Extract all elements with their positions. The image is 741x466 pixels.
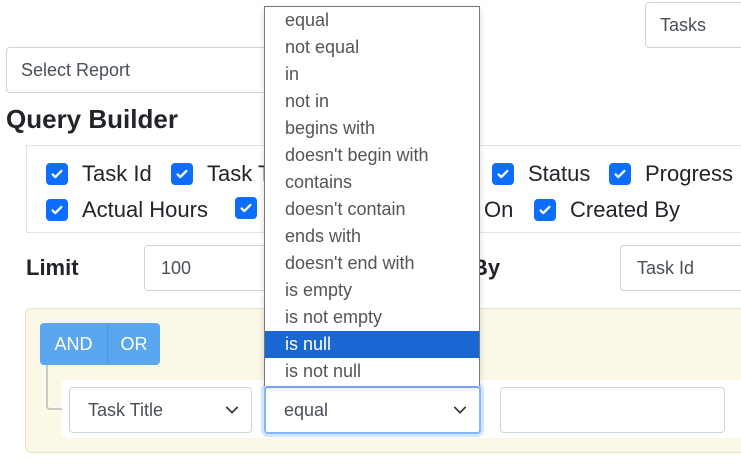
report-select[interactable]: Select Report — [6, 47, 281, 93]
column-label: Task Id — [82, 161, 152, 186]
checkbox-checked-icon — [46, 163, 68, 185]
checkbox-checked-icon — [235, 197, 257, 219]
limit-label: Limit — [26, 255, 79, 280]
operator-option[interactable]: not in — [265, 88, 479, 115]
checkbox-checked-icon — [171, 163, 193, 185]
rule-field-select[interactable]: Task Title — [69, 387, 252, 433]
column-label: On — [484, 197, 514, 222]
column-label: Progress — [645, 161, 734, 186]
checkbox-checked-icon — [492, 163, 514, 185]
column-checkbox-actual-hours[interactable]: Actual Hours — [46, 197, 208, 223]
rule-field-value: Task Title — [88, 399, 164, 420]
column-label: Created By — [570, 197, 681, 222]
table-select-value: Tasks — [660, 14, 707, 35]
operator-option[interactable]: in — [265, 61, 479, 88]
operator-option[interactable]: doesn't end with — [265, 250, 479, 277]
rule-operator-select[interactable]: equal — [264, 386, 481, 434]
limit-input[interactable]: 100 — [144, 245, 274, 291]
checkbox-checked-icon — [534, 199, 556, 221]
checkbox-checked-icon — [46, 199, 68, 221]
operator-option[interactable]: is empty — [265, 277, 479, 304]
operator-option[interactable]: doesn't begin with — [265, 142, 479, 169]
rule-operator-value: equal — [284, 399, 329, 420]
or-button[interactable]: OR — [108, 323, 160, 365]
column-label: Actual Hours — [82, 197, 208, 222]
operator-option[interactable]: contains — [265, 169, 479, 196]
operator-option[interactable]: is not null — [265, 358, 479, 385]
table-select[interactable]: Tasks — [645, 2, 741, 48]
column-checkbox-progress[interactable]: Progress — [609, 161, 733, 187]
page-title: Query Builder — [6, 104, 178, 134]
and-button[interactable]: AND — [40, 323, 108, 365]
order-by-select[interactable]: Task Id — [620, 245, 741, 291]
chevron-down-icon — [453, 406, 467, 414]
report-select-value: Select Report — [21, 59, 131, 80]
column-label: Task T — [207, 161, 272, 186]
column-label-partial: On — [484, 197, 513, 223]
operator-option-highlighted[interactable]: is null — [265, 331, 479, 358]
limit-value: 100 — [161, 257, 192, 278]
operator-option[interactable]: not equal — [265, 34, 479, 61]
condition-toggle: AND OR — [40, 323, 160, 365]
chevron-down-icon — [225, 406, 239, 414]
order-by-value: Task Id — [637, 257, 695, 278]
checkbox-checked-icon — [609, 163, 631, 185]
operator-option[interactable]: ends with — [265, 223, 479, 250]
column-checkbox-created-by[interactable]: Created By — [534, 197, 680, 223]
operator-option[interactable]: doesn't contain — [265, 196, 479, 223]
operator-option[interactable]: is not empty — [265, 304, 479, 331]
operator-option[interactable]: begins with — [265, 115, 479, 142]
operator-dropdown-list: equal not equal in not in begins with do… — [264, 6, 480, 386]
column-label: Status — [528, 161, 591, 186]
operator-option[interactable]: equal — [265, 7, 479, 34]
column-checkbox-status[interactable]: Status — [492, 161, 590, 187]
column-checkbox-task-title[interactable]: Task T — [171, 161, 271, 187]
column-checkbox-task-id[interactable]: Task Id — [46, 161, 152, 187]
rule-value-input[interactable] — [500, 387, 725, 433]
